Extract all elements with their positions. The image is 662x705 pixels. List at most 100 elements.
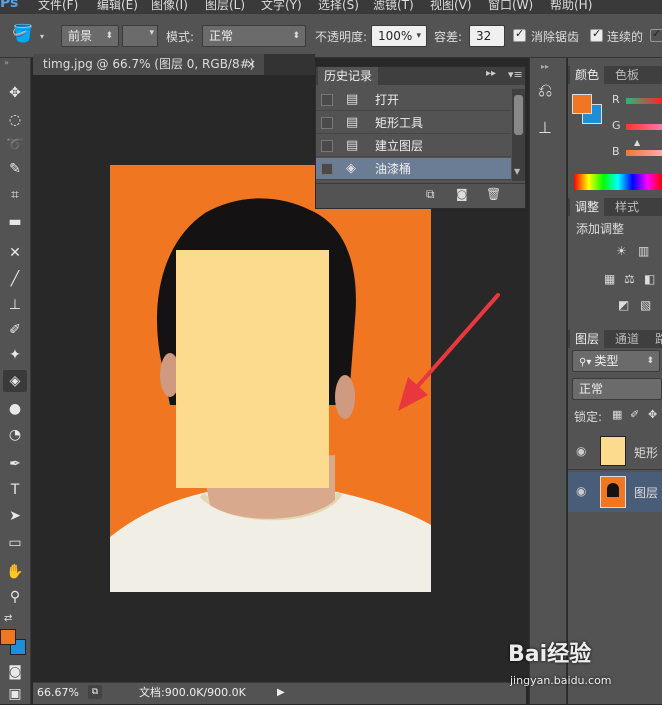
green-slider[interactable] [626,124,662,130]
menu-help[interactable]: 帮助(H) [550,0,592,13]
blue-slider[interactable] [626,150,662,156]
history-panel-tab[interactable]: 历史记录 [318,67,379,85]
menu-view[interactable]: 视图(V) [430,0,472,13]
menu-layer[interactable]: 图层(L) [205,0,245,13]
layer-filter-select[interactable]: ⚲▾ 类型 ⬍ [572,350,660,372]
clone-source-panel-icon[interactable]: ⊥ [538,118,552,137]
rectangle-tool-icon[interactable]: ▭ [3,532,27,554]
expand-panel-icon[interactable]: ▸▸ [486,68,496,79]
blur-tool-icon[interactable]: ● [3,398,27,420]
eyedropper-tool-icon[interactable]: ▬ [3,211,27,233]
history-scrollbar[interactable]: ▼ [512,89,525,181]
paint-bucket-tool-icon[interactable]: ◈ [3,370,27,392]
color-balance-icon[interactable]: ⚖ [624,272,635,286]
menu-edit[interactable]: 编辑(E) [97,0,138,13]
opacity-input[interactable]: 100% ▾ [371,25,427,47]
menu-select[interactable]: 选择(S) [318,0,359,13]
watermark-url: jingyan.baidu.com [510,674,612,687]
document-tab[interactable]: timg.jpg @ 66.7% (图层 0, RGB/8#) * × [33,54,265,92]
black-white-icon[interactable]: ◧ [644,272,655,286]
type-tool-icon[interactable]: T [3,479,27,501]
lock-position-icon[interactable]: ✥ [648,408,657,421]
history-snapshot-checkbox[interactable] [321,163,333,175]
swap-colors-icon[interactable]: ⇄ [4,613,12,624]
history-panel-icon[interactable]: ⎌ [538,80,552,101]
pen-tool-icon[interactable]: ✒ [3,453,27,475]
quick-mask-icon[interactable]: ◙ [3,661,27,683]
mode-select[interactable]: 正常 ⬍ [202,25,306,47]
path-selection-tool-icon[interactable]: ➤ [3,505,27,527]
hand-tool-icon[interactable]: ✋ [3,561,27,583]
panel-foreground-swatch[interactable] [572,94,592,114]
layer-row-photo[interactable]: ◉ 图层 [568,472,662,512]
paint-bucket-icon[interactable]: 🪣 [12,24,33,44]
status-menu-arrow-icon[interactable]: ▶ [277,683,285,703]
contiguous-checkbox[interactable] [590,27,603,42]
menu-type[interactable]: 文字(Y) [261,0,302,13]
history-item-paint-bucket[interactable]: ◈ 油漆桶 [316,158,511,180]
pattern-picker[interactable]: ▾ [122,25,158,47]
dodge-tool-icon[interactable]: ◔ [3,424,27,446]
lock-pixels-icon[interactable]: ✐ [630,408,639,421]
antialias-checkbox[interactable] [513,27,526,42]
tab-paths[interactable]: 路 [650,330,662,348]
history-snapshot-checkbox[interactable] [321,140,333,152]
scrollbar-thumb[interactable] [514,95,523,135]
menu-filter[interactable]: 滤镜(T) [373,0,414,13]
healing-brush-tool-icon[interactable]: ✕ [3,242,27,264]
history-brush-tool-icon[interactable]: ✐ [3,319,27,341]
history-snapshot-checkbox[interactable] [321,94,333,106]
eye-icon[interactable]: ◉ [576,484,586,498]
panel-menu-icon[interactable]: ▾≡ [508,68,523,81]
gradient-map-icon[interactable]: ▧ [640,298,651,312]
close-tab-icon[interactable]: × [246,54,256,75]
tab-layers[interactable]: 图层 [570,330,605,348]
status-export-icon[interactable]: ⧉ [88,685,102,699]
camera-icon[interactable]: ◙ [456,187,468,201]
lasso-tool-icon[interactable]: ➰ [3,134,27,156]
history-item-rectangle-tool[interactable]: ▤ 矩形工具 [316,112,511,134]
menu-image[interactable]: 图像(I) [151,0,188,13]
clone-stamp-tool-icon[interactable]: ⊥ [3,294,27,316]
tab-swatches[interactable]: 色板 [610,66,644,84]
crop-tool-icon[interactable]: ⌗ [3,184,27,206]
collapse-icon[interactable]: » [4,58,9,67]
tab-color[interactable]: 颜色 [570,66,605,84]
history-snapshot-checkbox[interactable] [321,117,333,129]
zoom-tool-icon[interactable]: ⚲ [3,586,27,608]
color-ramp[interactable] [574,174,662,190]
tab-channels[interactable]: 通道 [610,330,644,348]
blend-mode-select[interactable]: 正常 [572,378,662,400]
eraser-tool-icon[interactable]: ✦ [3,344,27,366]
trash-icon[interactable]: 🗑 [486,187,501,201]
scroll-down-icon[interactable]: ▼ [514,167,520,176]
vibrance-icon[interactable]: ▦ [604,272,615,286]
invert-icon[interactable]: ◩ [618,298,629,312]
tab-styles[interactable]: 样式 [610,198,644,216]
lock-transparent-icon[interactable]: ▦ [612,408,622,421]
brightness-icon[interactable]: ☀ [616,244,627,258]
all-layers-checkbox[interactable] [650,27,662,42]
levels-icon[interactable]: ▥ [638,244,649,258]
menu-window[interactable]: 窗口(W) [488,0,533,13]
quick-select-tool-icon[interactable]: ✎ [3,158,27,180]
eye-icon[interactable]: ◉ [576,444,586,458]
tolerance-input[interactable]: 32 [469,25,505,47]
screen-mode-icon[interactable]: ▣ [3,683,27,705]
menu-file[interactable]: 文件(F) [38,0,78,13]
new-document-from-state-icon[interactable]: ⧉ [426,187,435,202]
marquee-tool-icon[interactable]: ◌ [3,109,27,131]
face-cover-rectangle [176,250,329,488]
zoom-level[interactable]: 66.67% [37,683,79,703]
layer-row-rectangle[interactable]: ◉ 矩形 [568,432,662,470]
brush-tool-icon[interactable]: ╱ [3,268,27,290]
red-slider[interactable] [626,98,662,104]
foreground-color-swatch[interactable] [0,629,16,645]
history-item-open[interactable]: ▤ 打开 [316,89,511,111]
fill-source-select[interactable]: 前景 ⬍ [61,25,119,47]
move-tool-icon[interactable]: ✥ [3,82,27,104]
tab-adjustments[interactable]: 调整 [570,198,605,216]
collapse-icon[interactable]: ▸▸ [541,62,549,71]
history-item-new-layer[interactable]: ▤ 建立图层 [316,135,511,157]
tool-preset-arrow-icon[interactable]: ▾ [40,32,44,41]
